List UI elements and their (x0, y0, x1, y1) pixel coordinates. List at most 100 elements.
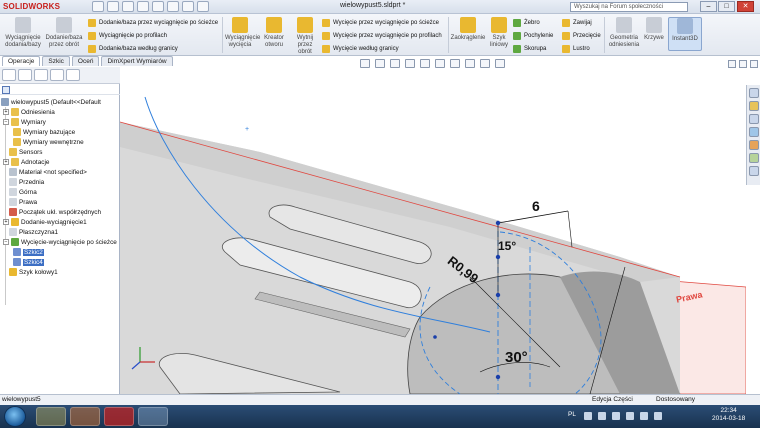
tab-ocen[interactable]: Oceń (71, 56, 100, 66)
tree-item-gorna[interactable]: Górna (9, 187, 37, 197)
custom-properties-icon[interactable] (749, 153, 759, 163)
property-manager-icon[interactable] (18, 69, 32, 81)
tray-network-icon[interactable] (640, 412, 648, 420)
lofted-cut-button[interactable]: Wycięcie przez wyciągnięcie po profilach (322, 30, 442, 41)
hide-show-icon[interactable] (450, 59, 460, 68)
tab-szkic[interactable]: Szkic (42, 56, 70, 66)
new-file-icon[interactable] (92, 1, 104, 12)
tree-item-szyk-kolowy1[interactable]: Szyk kołowy1 (9, 267, 58, 277)
zoom-to-fit-icon[interactable] (360, 59, 370, 68)
graphics-area[interactable]: + 6 R0,99 15° 30° Prawa (120, 67, 746, 394)
tree-item-wymiary-wewnetrzne[interactable]: Wymiary wewnętrzne (13, 137, 84, 147)
boundary-cut-button[interactable]: Wycięcie według granicy (322, 43, 399, 54)
firefox-taskbar-icon[interactable] (70, 407, 100, 426)
reference-geometry-button[interactable]: Geometria odniesienia (606, 17, 642, 49)
edit-appearance-icon[interactable] (465, 59, 475, 68)
tray-network-icon[interactable] (612, 412, 620, 420)
tree-item-szkic4[interactable]: Szkic4 (13, 257, 44, 267)
tree-item-material[interactable]: Materiał <not specified> (9, 167, 87, 177)
collapse-icon[interactable]: − (3, 119, 9, 125)
apply-scene-icon[interactable] (480, 59, 490, 68)
tree-item-wymiary[interactable]: − Wymiary (3, 117, 46, 127)
sketch-point[interactable] (433, 335, 437, 339)
tree-item-plaszczyzna1[interactable]: Płaszczyzna1 (9, 227, 58, 237)
mirror-button[interactable]: Lustro (562, 43, 590, 54)
restore-button[interactable]: □ (718, 1, 735, 12)
section-view-icon[interactable] (405, 59, 415, 68)
wrap-button[interactable]: Zawijaj (562, 17, 592, 28)
minimize-button[interactable]: – (700, 1, 717, 12)
rib-button[interactable]: Żebro (513, 17, 540, 28)
dimension-6[interactable]: 6 (532, 198, 540, 214)
doc-restore-icon[interactable] (739, 60, 747, 68)
tree-item-wyciecie-po-sciezce[interactable]: − Wycięcie-wyciągnięcie po ścieżce (3, 237, 117, 247)
feature-manager-icon[interactable] (2, 69, 16, 81)
display-style-icon[interactable] (435, 59, 445, 68)
status-units[interactable]: Dostosowany (656, 396, 695, 403)
curves-button[interactable]: Krzywe (642, 17, 666, 42)
collapse-icon[interactable]: − (3, 239, 9, 245)
save-icon[interactable] (122, 1, 134, 12)
revolve-boss-button[interactable]: Dodanie/baza przez obrót (44, 17, 84, 49)
intersect-button[interactable]: Przecięcie (562, 30, 601, 41)
revolved-cut-button[interactable]: Wytnij przez obrót (292, 17, 318, 56)
expand-icon[interactable]: + (3, 159, 9, 165)
tree-item-dodanie-wyciagniecie1[interactable]: + Dodanie-wyciągnięcie1 (3, 217, 87, 227)
draft-button[interactable]: Pochylenie (513, 30, 553, 41)
view-orientation-icon[interactable] (420, 59, 430, 68)
tray-volume-icon[interactable] (654, 412, 662, 420)
print-icon[interactable] (137, 1, 149, 12)
fillet-button[interactable]: Zaokrąglenie (450, 17, 486, 42)
dimension-30-deg[interactable]: 30° (505, 349, 528, 366)
boundary-boss-button[interactable]: Dodanie/baza według granicy (88, 43, 178, 54)
solidworks-taskbar-icon[interactable] (104, 407, 134, 426)
paint-taskbar-icon[interactable] (138, 407, 168, 426)
sweep-boss-button[interactable]: Dodanie/baza przez wyciągnięcie po ścież… (88, 17, 218, 28)
shell-button[interactable]: Skorupa (513, 43, 546, 54)
tree-root[interactable]: wielowypust5 (Default<<Default (1, 97, 101, 107)
design-library-icon[interactable] (749, 101, 759, 111)
appearances-icon[interactable] (749, 140, 759, 150)
tree-item-wymiary-bazujace[interactable]: Wymiary bazujące (13, 127, 75, 137)
rebuild-icon[interactable] (182, 1, 194, 12)
start-button[interactable] (4, 406, 26, 427)
configuration-manager-icon[interactable] (34, 69, 48, 81)
select-icon[interactable] (167, 1, 179, 12)
extruded-cut-button[interactable]: Wyciągnięcie wycięcia (225, 17, 260, 49)
resources-icon[interactable] (749, 88, 759, 98)
view-palette-icon[interactable] (749, 127, 759, 137)
tree-item-szkic2[interactable]: Szkic2 (13, 247, 44, 257)
extrude-boss-button[interactable]: Wyciągnięcie dodania/bazy (2, 17, 44, 49)
tray-flag-icon[interactable] (626, 412, 634, 420)
loft-boss-button[interactable]: Wyciągnięcie po profilach (88, 30, 167, 41)
linear-pattern-button[interactable]: Szyk liniowy (486, 17, 512, 49)
dimxpert-manager-icon[interactable] (50, 69, 64, 81)
search-input[interactable]: Wyszukaj na Forum społeczności (570, 2, 688, 12)
tree-item-adnotacje[interactable]: + Adnotacje (3, 157, 49, 167)
instant3d-button[interactable]: Instant3D (668, 17, 702, 51)
taskbar-clock[interactable]: 22:34 2014-03-18 (712, 407, 745, 423)
tab-dimxpert[interactable]: DimXpert Wymiarów (101, 56, 173, 66)
display-manager-icon[interactable] (66, 69, 80, 81)
open-file-icon[interactable] (107, 1, 119, 12)
expand-icon[interactable]: + (3, 219, 9, 225)
doc-minimize-icon[interactable] (728, 60, 736, 68)
doc-close-icon[interactable] (750, 60, 758, 68)
previous-view-icon[interactable] (390, 59, 400, 68)
sketch-point[interactable] (495, 374, 501, 380)
sketch-point[interactable] (495, 292, 501, 298)
options-icon[interactable] (197, 1, 209, 12)
view-settings-icon[interactable] (495, 59, 505, 68)
undo-icon[interactable] (152, 1, 164, 12)
filter-icon[interactable] (2, 86, 10, 94)
input-language[interactable]: PL (568, 411, 576, 418)
close-button[interactable]: ✕ (737, 1, 754, 12)
zoom-area-icon[interactable] (375, 59, 385, 68)
tree-item-origin[interactable]: Początek ukł. współrzędnych (9, 207, 101, 217)
forum-icon[interactable] (749, 166, 759, 176)
tray-app-icon[interactable] (598, 412, 606, 420)
dimension-15-deg[interactable]: 15° (498, 239, 516, 253)
tab-operacje[interactable]: Operacje (2, 56, 41, 66)
tree-item-odniesienia[interactable]: + Odniesienia (3, 107, 55, 117)
tray-arrow-icon[interactable] (584, 412, 592, 420)
